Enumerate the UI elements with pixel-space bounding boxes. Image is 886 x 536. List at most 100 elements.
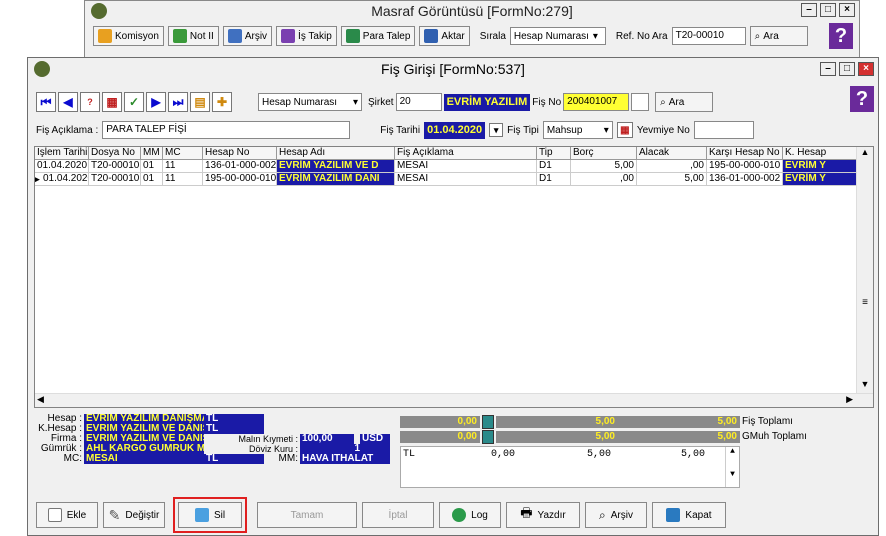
aciklama-input[interactable]: PARA TALEP FİŞİ: [102, 121, 351, 139]
malin-label: Malın Kıymeti :: [238, 434, 298, 444]
col-fis-aciklama[interactable]: Fiş Açıklama: [395, 147, 537, 160]
horizontal-scrollbar[interactable]: ◀ ▶: [35, 393, 873, 407]
degistir-button[interactable]: ✎ Değiştir: [103, 502, 165, 528]
col-mc[interactable]: MC: [163, 147, 203, 160]
malin-currency: USD: [360, 434, 390, 444]
table-row[interactable]: 01.04.2020 T20-00010 01 11 136-01-000-00…: [35, 160, 873, 173]
arsiv-button[interactable]: ⌕ Arşiv: [585, 502, 647, 528]
maximize-button[interactable]: □: [839, 62, 855, 76]
archive-icon: [227, 29, 242, 43]
col-mm[interactable]: MM: [141, 147, 163, 160]
fisno-input[interactable]: 200401007: [563, 93, 630, 111]
help-icon[interactable]: ?: [829, 23, 853, 49]
not-button[interactable]: Not II: [167, 26, 219, 46]
ara-button[interactable]: ⌕ Ara: [655, 92, 714, 112]
khesap-value: EVRİM YAZILIM VE DANISMA: [84, 424, 204, 434]
cell-alacak: ,00: [637, 160, 707, 173]
calculator-icon[interactable]: [482, 415, 494, 429]
sil-button[interactable]: Sil: [173, 497, 247, 533]
help-icon[interactable]: ?: [850, 86, 874, 112]
tarih-label: Fiş Tarihi: [380, 124, 421, 136]
next-record-icon[interactable]: ▶: [146, 92, 166, 112]
yazdir-button[interactable]: 🖶 Yazdır: [506, 502, 580, 528]
is-takip-button[interactable]: İş Takip: [276, 26, 337, 46]
kapat-button[interactable]: Kapat: [652, 502, 726, 528]
col-islem-tarihi[interactable]: İşlem Tarihi: [35, 147, 89, 160]
refno-label: Ref. No Ara: [615, 30, 668, 42]
scroll-up-icon[interactable]: ▲: [857, 147, 873, 161]
col-dosya-no[interactable]: Dosya No: [89, 147, 141, 160]
gmuh-toplam-label: GMuh Toplamı: [742, 431, 807, 442]
yevmiye-input[interactable]: [693, 121, 754, 139]
col-hesap-adi[interactable]: Hesap Adı: [277, 147, 395, 160]
fisno-extra-input[interactable]: [631, 93, 650, 111]
sirala-label: Sırala: [479, 30, 506, 42]
sirala-select[interactable]: Hesap Numarası ▾: [509, 27, 606, 45]
sirket-input[interactable]: 20: [395, 93, 442, 111]
komisyon-icon: [98, 29, 112, 43]
query-icon[interactable]: ?: [80, 92, 100, 112]
summary-currency: TL: [403, 449, 416, 460]
arsiv-button[interactable]: Arşiv: [222, 26, 273, 46]
recycle-bin-icon: [194, 508, 209, 522]
scroll-right-icon[interactable]: ▶: [846, 394, 853, 405]
date-picker-icon[interactable]: ▾: [489, 123, 504, 137]
tarih-input[interactable]: 01.04.2020: [424, 121, 486, 139]
scroll-grip-icon[interactable]: ≡: [860, 297, 870, 308]
header-fields: Fiş Açıklama : PARA TALEP FİŞİ Fiş Tarih…: [36, 120, 872, 140]
scroll-down-icon[interactable]: ▼: [857, 379, 873, 393]
filter-icon[interactable]: ▦: [102, 92, 122, 112]
col-k-hesap[interactable]: K. Hesap: [783, 147, 857, 160]
para-talep-button[interactable]: Para Talep: [340, 26, 416, 46]
check-icon[interactable]: ✓: [124, 92, 144, 112]
mm-label: MM:: [278, 453, 298, 464]
scroll-down-icon[interactable]: ▼: [726, 470, 739, 479]
fis-toplam-2: 5,00: [618, 416, 740, 428]
col-tip[interactable]: Tip: [537, 147, 571, 160]
fis-toplam-0: 0,00: [400, 416, 480, 428]
refno-input[interactable]: T20-00010: [671, 27, 746, 45]
tip-select[interactable]: Mahsup ▾: [542, 121, 613, 139]
cell-borc: 5,00: [571, 160, 637, 173]
first-record-icon[interactable]: ⏮: [36, 92, 56, 112]
tamam-button[interactable]: Tamam: [257, 502, 357, 528]
scroll-left-icon[interactable]: ◀: [37, 394, 44, 405]
vertical-scrollbar[interactable]: ▲ ≡ ▼: [856, 147, 873, 407]
search-icon: ⌕: [754, 30, 761, 42]
ekle-button[interactable]: Ekle: [36, 502, 98, 528]
fis-toplam-1: 5,00: [496, 416, 618, 428]
calculator-icon[interactable]: [482, 430, 494, 444]
minimize-button[interactable]: –: [820, 62, 836, 76]
pencil-icon: ✎: [108, 506, 121, 523]
col-borc[interactable]: Borç: [571, 147, 637, 160]
table-row[interactable]: ▶01.04.2020 T20-00010 01 11 195-00-000-0…: [35, 173, 873, 186]
cell-hesap-adi: EVRİM YAZILIM VE D: [277, 160, 395, 173]
summary-value-0: 0,00: [491, 449, 516, 460]
col-alacak[interactable]: Alacak: [637, 147, 707, 160]
window-controls: – □ ×: [820, 62, 874, 76]
window-title: Fiş Girişi [FormNo:537]: [381, 61, 525, 77]
minimize-button[interactable]: –: [801, 3, 817, 17]
bg-ara-button[interactable]: ⌕ Ara: [749, 26, 808, 46]
komisyon-button[interactable]: Komisyon: [93, 26, 164, 46]
chevron-down-icon: ▾: [352, 96, 358, 108]
document-icon[interactable]: ▤: [190, 92, 210, 112]
maximize-button[interactable]: □: [820, 3, 836, 17]
iptal-button[interactable]: İptal: [362, 502, 434, 528]
summary-scrollbar[interactable]: ▲ ▼: [725, 447, 739, 487]
close-button[interactable]: ×: [839, 3, 855, 17]
action-bar: Ekle ✎ Değiştir Sil Tamam İptal Log 🖶 Yazd…: [34, 497, 874, 533]
scroll-up-icon[interactable]: ▲: [726, 447, 739, 456]
cell-mc: 11: [163, 173, 203, 186]
aktar-button[interactable]: Aktar: [419, 26, 470, 46]
col-hesap-no[interactable]: Hesap No: [203, 147, 277, 160]
previous-record-icon[interactable]: ◀: [58, 92, 78, 112]
sort-select[interactable]: Hesap Numarası ▾: [258, 93, 362, 111]
firma-value: EVRİM YAZILIM VE DANISMA: [84, 434, 204, 444]
last-record-icon[interactable]: ⏭: [168, 92, 188, 112]
ledger-icon[interactable]: ▦: [616, 122, 633, 138]
close-button[interactable]: ×: [858, 62, 874, 76]
log-button[interactable]: Log: [439, 502, 501, 528]
add-document-icon[interactable]: ✚: [212, 92, 232, 112]
col-karsi-hesap-no[interactable]: Karşı Hesap No: [707, 147, 783, 160]
